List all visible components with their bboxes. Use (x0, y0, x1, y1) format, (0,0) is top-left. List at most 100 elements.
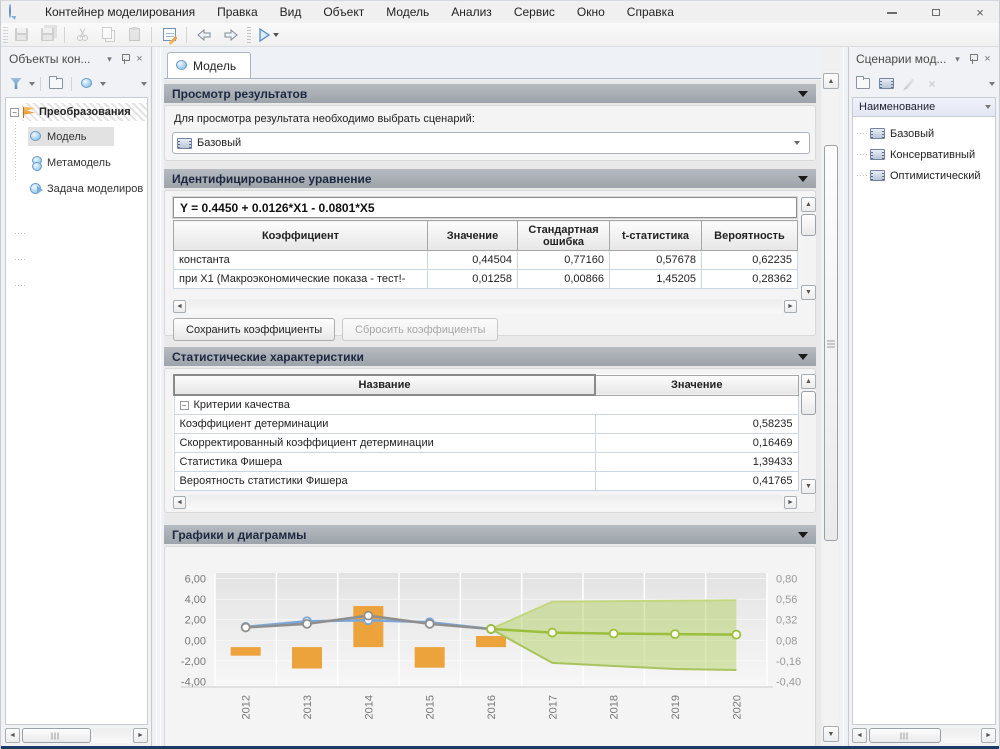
scroll-right-button[interactable]: ► (784, 496, 797, 509)
panel-menu-caret-icon[interactable]: ▾ (950, 54, 965, 65)
tree-collapse-icon[interactable]: − (10, 108, 19, 117)
menu-item-model[interactable]: Модель (375, 2, 440, 22)
table-group-row[interactable]: −Критерии качества (174, 395, 798, 415)
statistics-header-row[interactable]: Название Значение (174, 375, 798, 395)
object-type-button[interactable] (77, 74, 97, 93)
section-header-charts[interactable]: Графики и диаграммы (164, 525, 816, 544)
save-button[interactable] (9, 25, 33, 45)
scroll-left-button[interactable]: ◄ (852, 728, 867, 743)
scroll-down-button[interactable]: ▼ (823, 726, 839, 742)
statistics-hscrollbar[interactable]: ◄ ► (173, 495, 797, 510)
scroll-thumb[interactable] (801, 214, 816, 236)
coefficients-vscrollbar[interactable]: ▲ ▼ (801, 197, 816, 300)
equation-box[interactable]: Y = 0.4450 + 0.0126*X1 - 0.0801*X5 (173, 197, 797, 218)
tree-item-metamodel[interactable]: Метамодель (6, 152, 147, 173)
save-coefficients-button[interactable]: Сохранить коэффициенты (173, 318, 335, 341)
filter-button[interactable] (6, 74, 26, 93)
table-row[interactable]: константа 0,44504 0,77160 0,57678 0,6223… (174, 251, 798, 270)
menu-item-object[interactable]: Объект (312, 2, 375, 22)
menu-item-analysis[interactable]: Анализ (440, 2, 503, 22)
menu-item-view[interactable]: Вид (269, 2, 313, 22)
right-splitter[interactable] (840, 47, 848, 746)
tab-model[interactable]: Модель (167, 52, 251, 78)
collapse-triangle-icon[interactable] (798, 176, 808, 182)
col-probability[interactable]: Вероятность (702, 221, 798, 251)
scroll-up-button[interactable]: ▲ (801, 374, 816, 389)
table-row[interactable]: Вероятность статистики Фишера 0,41765 (174, 472, 798, 491)
scroll-left-button[interactable]: ◄ (5, 728, 20, 743)
col-name[interactable]: Название (174, 375, 595, 395)
combo-dropdown-caret[interactable] (794, 141, 800, 145)
table-row[interactable]: Статистика Фишера 1,39433 (174, 453, 798, 472)
col-tstat[interactable]: t-статистика (610, 221, 702, 251)
tree-item-model[interactable]: Модель (6, 126, 147, 147)
scenarios-column-header[interactable]: Наименование (853, 98, 995, 117)
pin-icon[interactable] (117, 53, 132, 66)
menu-item-help[interactable]: Справка (616, 2, 685, 22)
section-header-results[interactable]: Просмотр результатов (164, 84, 816, 103)
table-row[interactable]: Скорректированный коэффициент детерминац… (174, 434, 798, 453)
save-all-button[interactable] (35, 25, 59, 45)
panel-close-icon[interactable]: × (132, 53, 147, 65)
scroll-right-button[interactable]: ► (133, 728, 148, 743)
section-header-statistics[interactable]: Статистические характеристики (164, 347, 816, 366)
delete-scenario-button[interactable]: × (922, 74, 942, 93)
panel-overflow-caret[interactable] (141, 82, 147, 86)
collapse-triangle-icon[interactable] (798, 91, 808, 97)
panel-overflow-caret[interactable] (989, 82, 995, 86)
objects-panel-hscrollbar[interactable]: ◄ ► (5, 727, 148, 744)
section-header-equation[interactable]: Идентифицированное уравнение (164, 169, 816, 188)
scroll-down-button[interactable]: ▼ (801, 479, 816, 494)
left-splitter[interactable] (153, 47, 164, 746)
add-scenario-button[interactable] (876, 74, 896, 93)
run-button[interactable] (256, 25, 280, 45)
panel-menu-caret-icon[interactable]: ▾ (102, 54, 117, 65)
edit-scenario-button[interactable] (899, 74, 919, 93)
copy-button[interactable] (96, 25, 120, 45)
scroll-down-button[interactable]: ▼ (801, 285, 816, 300)
col-value[interactable]: Значение (428, 221, 518, 251)
paste-button[interactable] (122, 25, 146, 45)
table-row[interactable]: Коэффициент детерминации 0,58235 (174, 415, 798, 434)
forward-button[interactable] (218, 25, 242, 45)
menu-item-window[interactable]: Окно (566, 2, 616, 22)
col-stderr[interactable]: Стандартная ошибка (518, 221, 610, 251)
filter-dropdown-caret[interactable] (29, 82, 35, 86)
toolbar-grip[interactable] (3, 27, 8, 43)
column-filter-caret[interactable] (985, 105, 991, 109)
pin-icon[interactable] (965, 53, 980, 66)
scenario-combobox[interactable]: Базовый (172, 132, 810, 154)
scroll-up-button[interactable]: ▲ (801, 197, 816, 212)
back-button[interactable] (192, 25, 216, 45)
scroll-left-button[interactable]: ◄ (173, 496, 186, 509)
group-collapse-icon[interactable]: − (180, 401, 189, 410)
coefficients-header-row[interactable]: Коэффициент Значение Стандартная ошибка … (174, 221, 798, 251)
object-type-caret[interactable] (100, 82, 106, 86)
scroll-thumb[interactable] (801, 391, 816, 415)
main-vscrollbar[interactable]: ▲ ▼ (823, 71, 839, 744)
minimize-button[interactable] (881, 4, 903, 20)
scenarios-panel-hscrollbar[interactable]: ◄ ► (852, 727, 996, 744)
restore-button[interactable] (925, 4, 947, 20)
scroll-thumb[interactable] (824, 145, 838, 541)
run-dropdown-caret[interactable] (273, 33, 279, 37)
scroll-thumb[interactable] (869, 728, 941, 743)
close-button[interactable]: × (969, 4, 991, 20)
tree-item-modeling-task[interactable]: Задача моделиров (6, 178, 147, 199)
scenario-item-optimistic[interactable]: Оптимистический (853, 165, 995, 186)
scroll-right-button[interactable]: ► (784, 300, 797, 313)
tree-root-transformations[interactable]: − Преобразования (6, 102, 147, 122)
menu-item-edit[interactable]: Правка (206, 2, 269, 22)
reset-coefficients-button[interactable]: Сбросить коэффициенты (342, 318, 498, 341)
collapse-triangle-icon[interactable] (798, 354, 808, 360)
cut-button[interactable] (70, 25, 94, 45)
folder-button[interactable] (46, 74, 66, 93)
menu-item-service[interactable]: Сервис (503, 2, 566, 22)
col-coefficient[interactable]: Коэффициент (174, 221, 428, 251)
scenario-item-base[interactable]: Базовый (853, 123, 995, 144)
scroll-left-button[interactable]: ◄ (173, 300, 186, 313)
edit-object-button[interactable] (157, 25, 181, 45)
menu-item-container[interactable]: Контейнер моделирования (34, 2, 206, 22)
scenario-folder-button[interactable] (853, 74, 873, 93)
scroll-thumb[interactable] (22, 728, 91, 743)
